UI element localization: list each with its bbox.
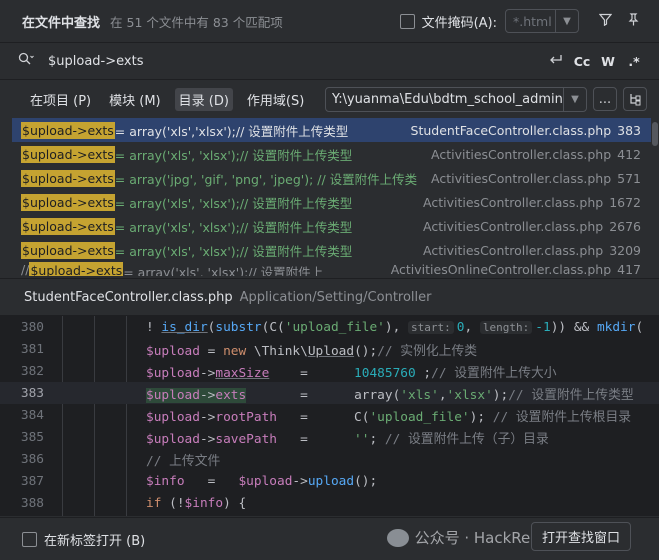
result-file: ActivitiesController.class.php: [423, 218, 604, 234]
result-text: = array('xls', 'xlsx');// 设置附件上: [123, 265, 324, 276]
preview-path-bar: StudentFaceController.class.php Applicat…: [0, 278, 659, 316]
result-row[interactable]: $upload->exts = array('xls', 'xlsx');// …: [0, 238, 659, 262]
result-line: 1672: [609, 194, 641, 210]
pin-icon[interactable]: [619, 12, 647, 30]
result-row[interactable]: $upload->exts = array('xls', 'xlsx');// …: [0, 142, 659, 166]
line-number: 381: [20, 341, 44, 357]
result-file: ActivitiesController.class.php: [423, 194, 604, 210]
search-input[interactable]: [46, 52, 543, 70]
result-line: 412: [617, 146, 641, 162]
watermark-text: 公众号 · HackRead: [414, 529, 549, 547]
new-tab-label: 在新标签打开 (B): [44, 533, 146, 549]
tab-scope[interactable]: 作用域(S): [243, 88, 308, 111]
open-find-window-button[interactable]: 打开查找窗口: [530, 522, 631, 551]
param-hint: length:: [479, 320, 533, 334]
line-number: 380: [20, 319, 44, 335]
search-bar: Cc W .*: [0, 42, 659, 80]
results-scrollbar[interactable]: [651, 118, 659, 278]
search-icon[interactable]: [18, 52, 34, 70]
result-row[interactable]: $upload->exts = array('xls','xlsx');// 设…: [12, 118, 651, 142]
param-hint: start:: [408, 320, 454, 334]
result-line: 383: [617, 122, 641, 138]
line-number: 385: [20, 429, 44, 445]
results-list: $upload->exts = array('xls','xlsx');// 设…: [0, 118, 659, 278]
browse-button[interactable]: ...: [593, 87, 617, 111]
result-file: ActivitiesOnlineController.class.php: [390, 262, 612, 276]
code-line: 384 $upload->rootPath = C('upload_file')…: [0, 404, 659, 426]
code-line: 380 ! is_dir(substr(C('upload_file'), st…: [0, 316, 659, 338]
match-count: 在 51 个文件中有 83 个匹配项: [110, 14, 283, 30]
line-number: 386: [20, 451, 44, 467]
match-case-toggle[interactable]: Cc: [569, 54, 595, 69]
code-line: 386 // 上传文件: [0, 448, 659, 470]
result-line: 417: [617, 262, 641, 276]
directory-path: Y:\yuanma\Edu\bdtm_school_admin: [332, 91, 563, 107]
result-file: ActivitiesController.class.php: [431, 146, 612, 162]
watermark: 公众号 · HackRead: [386, 527, 549, 548]
line-number: 382: [20, 363, 44, 379]
result-line: 2676: [609, 218, 641, 234]
match-highlight: $upload->exts: [21, 121, 115, 139]
code-line: 385 $upload->savePath = ''; // 设置附件上传（子）…: [0, 426, 659, 448]
line-number: 384: [20, 407, 44, 423]
preview-file-dir: Application/Setting/Controller: [239, 289, 432, 305]
scrollbar-thumb[interactable]: [652, 122, 658, 146]
wechat-logo-icon: [386, 528, 409, 547]
line-number: 388: [20, 495, 44, 511]
result-line: 3209: [609, 242, 641, 258]
dialog-title: 在文件中查找: [22, 15, 101, 31]
regex-toggle[interactable]: .*: [621, 54, 647, 69]
file-mask-input[interactable]: *.html ▼: [505, 9, 579, 33]
match-highlight: $upload->exts: [21, 193, 115, 211]
code-line: 381 $upload = new \Think\Upload();// 实例化…: [0, 338, 659, 360]
result-text: = array('xls', 'xlsx');// 设置附件上传类型: [114, 219, 353, 235]
result-row[interactable]: $upload->exts = array('xls', 'xlsx');// …: [0, 190, 659, 214]
result-file: ActivitiesController.class.php: [423, 242, 604, 258]
line-number: 383: [20, 385, 44, 401]
code-line: 388 if (!$info) {: [0, 492, 659, 514]
result-text: = array('jpg', 'gif', 'png', 'jpeg'); //…: [114, 171, 418, 187]
result-file: StudentFaceController.class.php: [410, 122, 612, 138]
match-highlight: $upload->exts: [21, 241, 115, 259]
directory-select[interactable]: Y:\yuanma\Edu\bdtm_school_admin ▼: [325, 86, 587, 112]
recursive-tree-icon[interactable]: [623, 87, 647, 111]
result-row[interactable]: // $upload->exts = array('xls', 'xlsx');…: [0, 262, 659, 276]
result-text: = array('xls', 'xlsx');// 设置附件上传类型: [114, 195, 353, 211]
code-line-current: 383 $upload->exts = array('xls','xlsx');…: [0, 382, 659, 404]
code-line: 382 $upload->maxSize = 10485760 ;// 设置附件…: [0, 360, 659, 382]
find-in-files-header: 在文件中查找 在 51 个文件中有 83 个匹配项 文件掩码(A): *.htm…: [0, 0, 659, 42]
tab-project[interactable]: 在项目 (P): [26, 88, 95, 111]
result-text: = array('xls', 'xlsx');// 设置附件上传类型: [114, 243, 353, 259]
tab-module[interactable]: 模块 (M): [105, 88, 165, 111]
file-mask-value: *.html: [513, 13, 552, 29]
new-tab-checkbox[interactable]: [22, 531, 37, 547]
file-mask-checkbox[interactable]: [399, 13, 415, 29]
chevron-down-icon[interactable]: ▼: [562, 87, 586, 111]
tab-directory[interactable]: 目录 (D): [174, 87, 233, 111]
preview-file-name: StudentFaceController.class.php: [24, 289, 233, 305]
result-file: ActivitiesController.class.php: [431, 170, 612, 186]
result-row[interactable]: $upload->exts = array('xls', 'xlsx');// …: [0, 214, 659, 238]
code-line: 387 $info = $upload->upload();: [0, 470, 659, 492]
match-highlight: $upload->exts: [21, 217, 115, 235]
result-text: = array('xls', 'xlsx');// 设置附件上传类型: [114, 147, 353, 163]
filter-icon[interactable]: [591, 13, 619, 30]
chevron-down-icon[interactable]: ▼: [555, 10, 578, 32]
match-highlight: $upload->exts: [21, 169, 115, 187]
code-preview[interactable]: 380 ! is_dir(substr(C('upload_file'), st…: [0, 316, 659, 516]
result-text: = array('xls','xlsx');// 设置附件上传类型: [114, 123, 349, 139]
file-mask-label: 文件掩码(A):: [421, 15, 497, 31]
whole-word-toggle[interactable]: W: [595, 54, 621, 69]
line-number: 387: [20, 473, 44, 489]
result-line: 571: [617, 170, 641, 186]
scope-bar: 在项目 (P) 模块 (M) 目录 (D) 作用域(S) Y:\yuanma\E…: [0, 80, 659, 118]
match-highlight: $upload->exts: [29, 262, 124, 276]
enter-newline-icon[interactable]: [543, 54, 569, 69]
result-row[interactable]: $upload->exts = array('jpg', 'gif', 'png…: [0, 166, 659, 190]
match-highlight: $upload->exts: [21, 145, 115, 163]
